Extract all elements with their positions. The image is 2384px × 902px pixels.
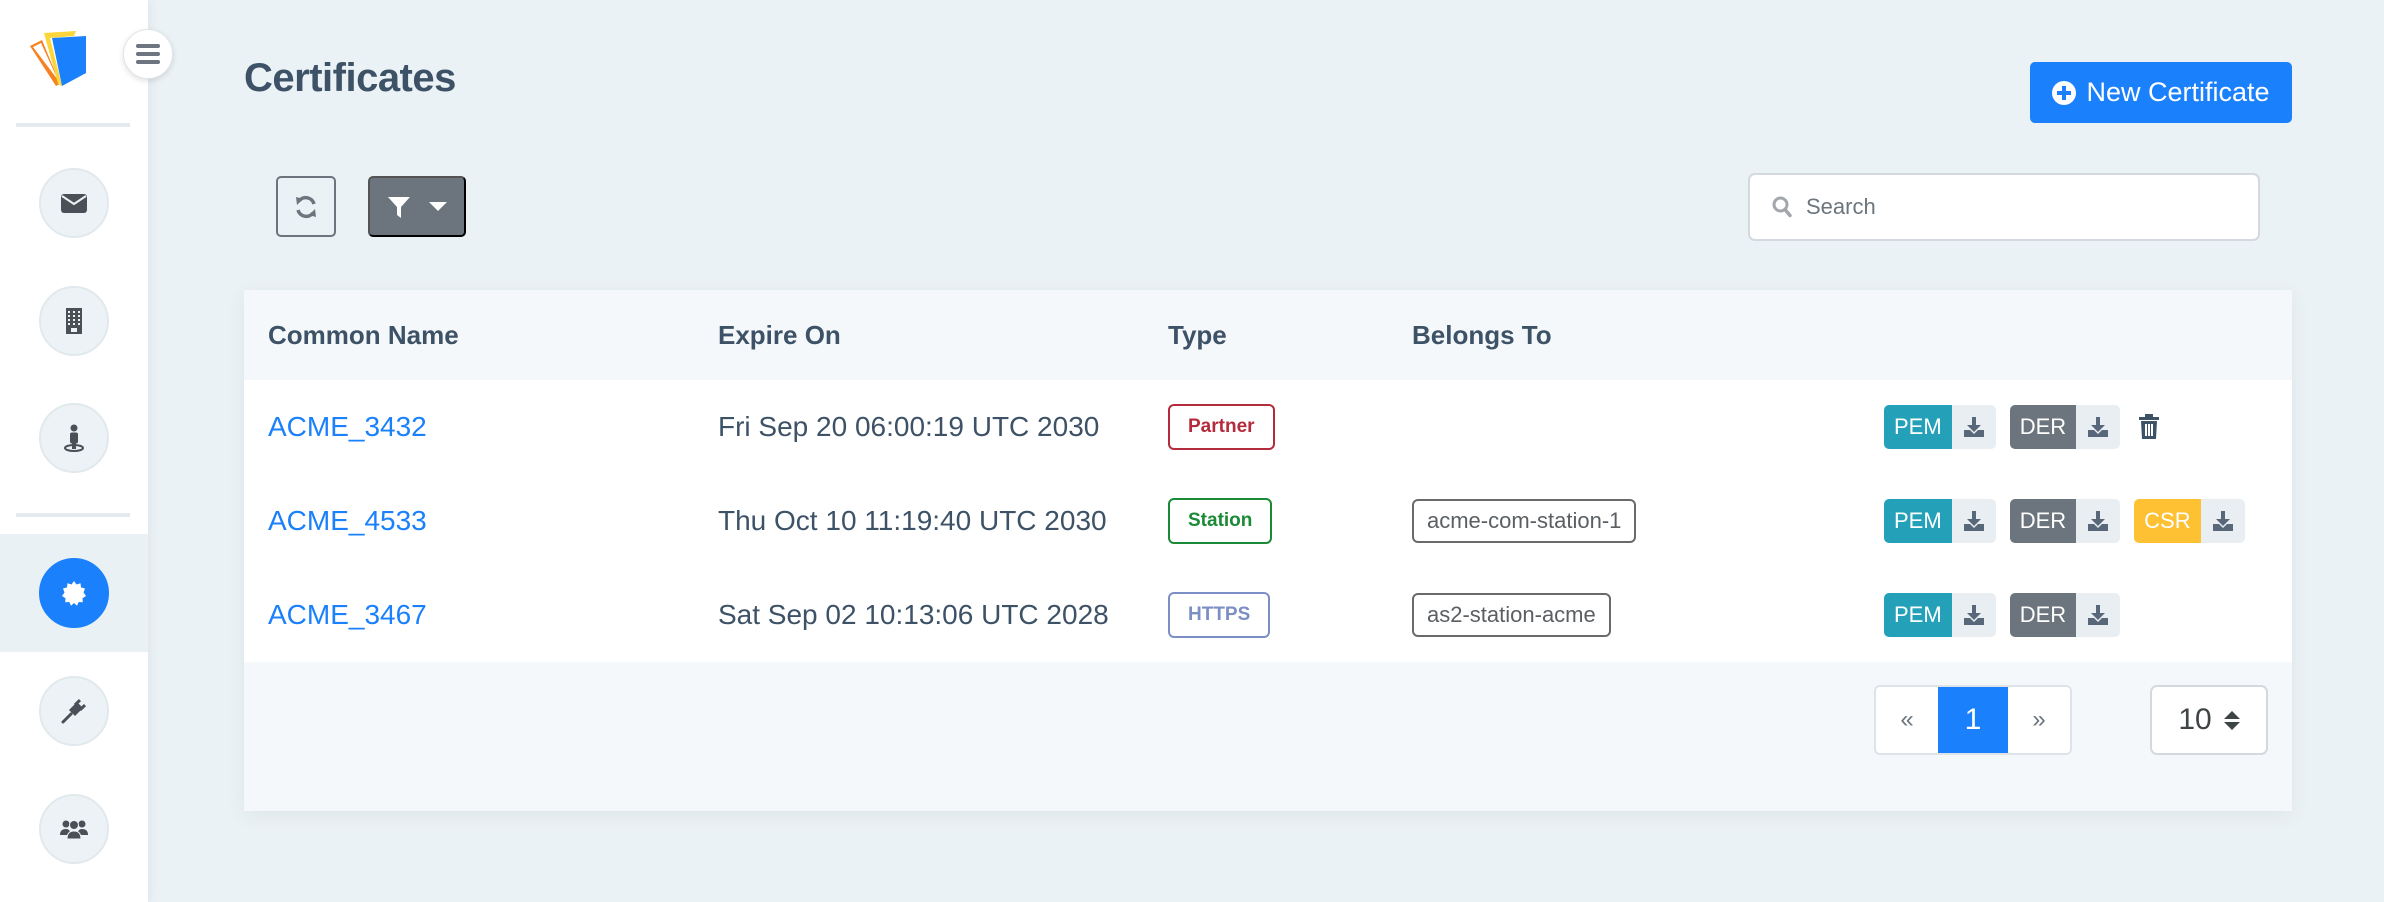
download-der-button[interactable]: DER (2009, 593, 2121, 637)
type-badge-station: Station (1168, 498, 1273, 544)
table-row: ACME_4533 Thu Oct 10 11:19:40 UTC 2030 S… (244, 474, 2292, 568)
download-icon (1951, 499, 1996, 543)
sort-updown-icon (2223, 710, 2240, 730)
trash-icon (2139, 414, 2160, 439)
download-der-button[interactable]: DER (2009, 499, 2121, 543)
filter-dropdown-button[interactable] (368, 176, 466, 237)
column-header-belongs-to[interactable]: Belongs To (1412, 290, 1552, 380)
menu-toggle-button[interactable] (123, 29, 173, 79)
hamburger-icon (136, 44, 160, 64)
download-icon (2076, 405, 2121, 449)
search-box[interactable] (1748, 173, 2260, 241)
download-pem-button[interactable]: PEM (1884, 499, 1996, 543)
search-input[interactable] (1806, 194, 2226, 220)
download-pem-button[interactable]: PEM (1884, 593, 1996, 637)
expire-date: Thu Oct 10 11:19:40 UTC 2030 (718, 505, 1107, 536)
common-name-link[interactable]: ACME_4533 (268, 505, 427, 537)
sidebar-item-users[interactable] (0, 770, 148, 888)
filter-icon (388, 196, 410, 218)
caret-down-icon (429, 202, 447, 211)
table-row: ACME_3432 Fri Sep 20 06:00:19 UTC 2030 P… (244, 380, 2292, 474)
sidebar-divider (16, 123, 130, 127)
per-page-select[interactable]: 10 (2150, 685, 2268, 755)
sidebar-item-connectors[interactable] (0, 652, 148, 770)
certificate-icon (62, 581, 86, 606)
new-certificate-button[interactable]: New Certificate (2030, 62, 2292, 123)
download-icon (2076, 593, 2121, 637)
new-certificate-label: New Certificate (2086, 77, 2270, 107)
sidebar (0, 0, 148, 902)
common-name-link[interactable]: ACME_3432 (268, 411, 427, 443)
per-page-value: 10 (2178, 703, 2212, 736)
sidebar-divider (16, 513, 130, 517)
envelope-icon (61, 194, 87, 213)
sidebar-item-messages[interactable] (0, 144, 148, 262)
column-header-expire-on[interactable]: Expire On (718, 290, 841, 380)
download-csr-button[interactable]: CSR (2134, 499, 2245, 543)
users-icon (60, 820, 88, 840)
column-header-common-name[interactable]: Common Name (268, 290, 459, 380)
person-location-icon (64, 424, 84, 452)
belongs-to-badge: acme-com-station-1 (1412, 499, 1637, 543)
table-body: ACME_3432 Fri Sep 20 06:00:19 UTC 2030 P… (244, 380, 2292, 662)
download-der-button[interactable]: DER (2009, 405, 2121, 449)
plus-circle-icon (2052, 80, 2077, 105)
expire-date: Sat Sep 02 10:13:06 UTC 2028 (718, 599, 1109, 630)
next-page-button[interactable]: » (2008, 687, 2070, 753)
download-icon (2076, 499, 2121, 543)
page-title: Certificates (244, 56, 456, 100)
pagination: « 1 » (1874, 685, 2072, 755)
search-icon (1772, 196, 1792, 218)
page-button-current[interactable]: 1 (1938, 687, 2008, 753)
table-header: Common Name Expire On Type Belongs To (244, 290, 2292, 380)
delete-button[interactable] (2138, 414, 2160, 440)
download-icon (1951, 405, 1996, 449)
building-icon (66, 308, 82, 334)
belongs-to-badge: as2-station-acme (1412, 593, 1611, 637)
type-badge-https: HTTPS (1168, 592, 1271, 638)
type-badge-partner: Partner (1168, 404, 1275, 450)
plug-icon (61, 698, 87, 724)
sidebar-item-certificates[interactable] (0, 534, 148, 652)
common-name-link[interactable]: ACME_3467 (268, 599, 427, 631)
download-pem-button[interactable]: PEM (1884, 405, 1996, 449)
app-logo[interactable] (28, 28, 90, 90)
download-icon (1951, 593, 1996, 637)
expire-date: Fri Sep 20 06:00:19 UTC 2030 (718, 411, 1100, 442)
refresh-icon (296, 195, 316, 218)
sidebar-item-stations[interactable] (0, 379, 148, 497)
previous-page-button[interactable]: « (1876, 687, 1938, 753)
table-row: ACME_3467 Sat Sep 02 10:13:06 UTC 2028 H… (244, 568, 2292, 662)
sidebar-item-organizations[interactable] (0, 262, 148, 380)
download-icon (2200, 499, 2245, 543)
certificates-table: Common Name Expire On Type Belongs To AC… (244, 290, 2292, 811)
refresh-button[interactable] (276, 176, 336, 237)
column-header-type[interactable]: Type (1168, 290, 1227, 380)
